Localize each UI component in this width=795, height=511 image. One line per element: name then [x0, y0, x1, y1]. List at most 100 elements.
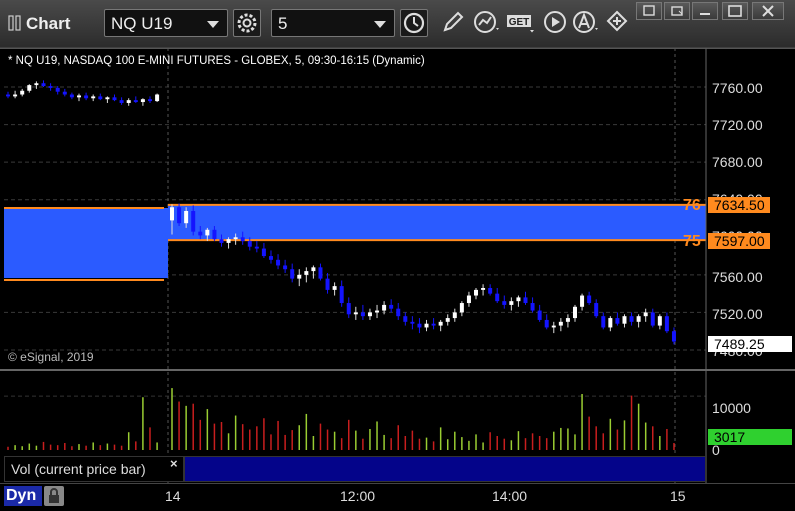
candle-body [191, 210, 196, 232]
candle-body [671, 331, 676, 342]
candle-body [551, 325, 556, 328]
candle-body [6, 94, 10, 97]
lower-level-label: 75 [683, 233, 701, 250]
time-axis-label: 15 [670, 488, 686, 504]
candle-body [62, 91, 67, 95]
last-price-flag: 7489.25 [708, 336, 792, 352]
candle-body [367, 312, 372, 317]
candle-body [558, 321, 563, 326]
candle-body [27, 85, 32, 91]
candle-body [69, 94, 74, 98]
time-axis-label: 14 [165, 488, 181, 504]
chart-status-line: * NQ U19, NASDAQ 100 E-MINI FUTURES - GL… [8, 55, 425, 67]
candle-body [608, 318, 613, 328]
candle-body [445, 318, 450, 322]
candle-body [459, 303, 464, 313]
lock-scale-icon[interactable] [44, 486, 64, 506]
candle-body [13, 94, 18, 97]
candle-body [261, 248, 266, 257]
candle-body [481, 288, 486, 290]
candle-body [565, 318, 570, 322]
candle-body [410, 321, 415, 324]
candle-body [466, 295, 471, 304]
candle-body [509, 301, 514, 305]
candle-body [530, 303, 535, 311]
candle-body [537, 310, 542, 320]
candle-body [664, 316, 669, 332]
candle-body [516, 297, 521, 302]
candle-body [240, 237, 245, 242]
dynamic-mode-button[interactable]: Dyn [4, 486, 42, 506]
candle-body [84, 95, 89, 99]
candle-body [133, 100, 138, 103]
candle-body [177, 207, 182, 224]
candle-body [375, 310, 380, 313]
candle-body [170, 207, 174, 221]
candle-body [629, 316, 634, 322]
candle-body [353, 312, 358, 315]
candle-body [119, 100, 124, 103]
copyright-text: © eSignal, 2019 [8, 350, 94, 364]
candle-body [431, 323, 436, 326]
price-axis-label: 7720.00 [712, 117, 763, 133]
volume-panel-strip[interactable] [184, 456, 706, 482]
candle-body [474, 289, 479, 296]
candle-body [403, 316, 408, 322]
candle-body [417, 323, 422, 328]
price-chart[interactable] [0, 0, 795, 510]
candle-body [495, 293, 500, 302]
candle-body [233, 237, 238, 240]
candle-body [247, 241, 252, 247]
upper-level-label: 76 [683, 197, 701, 214]
volume-panel-label: Vol (current price bar) [4, 456, 184, 482]
candle-body [587, 295, 592, 304]
candle-body [205, 229, 210, 236]
candle-body [276, 259, 281, 266]
candle-body [126, 100, 131, 103]
candle-body [77, 95, 81, 98]
candle-body [396, 308, 401, 317]
candle-body [311, 267, 316, 272]
candle-body [91, 96, 96, 99]
candle-body [105, 97, 110, 100]
candle-body [98, 96, 103, 100]
candle-body [283, 265, 288, 270]
chart-window: Chart NQ U19 5 GET * NQ U19, NASDAQ 100 … [0, 0, 795, 511]
candle-body [332, 286, 337, 290]
candle-body [572, 306, 577, 319]
volume-axis-label: 10000 [712, 400, 751, 416]
candle-body [657, 316, 662, 326]
candle-body [55, 87, 60, 92]
price-axis-label: 7680.00 [712, 154, 763, 170]
candle-body [268, 256, 273, 260]
candle-body [140, 99, 145, 103]
candle-body [360, 312, 365, 317]
prior-zone [4, 208, 168, 278]
candle-body [382, 304, 387, 311]
candle-body [438, 321, 443, 326]
candle-body [488, 288, 493, 294]
level-zone [168, 204, 706, 241]
candle-body [636, 316, 641, 322]
candle-body [615, 318, 620, 324]
candle-body [523, 297, 528, 304]
candle-body [41, 83, 46, 87]
candle-body [580, 295, 585, 307]
candle-body [148, 99, 152, 102]
lower-level-flag: 7597.00 [708, 233, 770, 249]
candle-body [601, 316, 606, 328]
candle-body [20, 90, 25, 95]
candle-body [318, 267, 323, 279]
candle-body [198, 231, 203, 236]
candle-body [297, 274, 302, 279]
volume-panel-close[interactable]: × [170, 456, 178, 471]
candle-body [650, 312, 655, 326]
candle-body [622, 316, 627, 324]
candle-body [184, 210, 189, 224]
candle-body [155, 94, 160, 102]
candle-body [594, 303, 599, 317]
candle-body [226, 239, 231, 243]
candle-body [48, 86, 53, 88]
price-axis-label: 7560.00 [712, 269, 763, 285]
level-zones [4, 203, 706, 281]
